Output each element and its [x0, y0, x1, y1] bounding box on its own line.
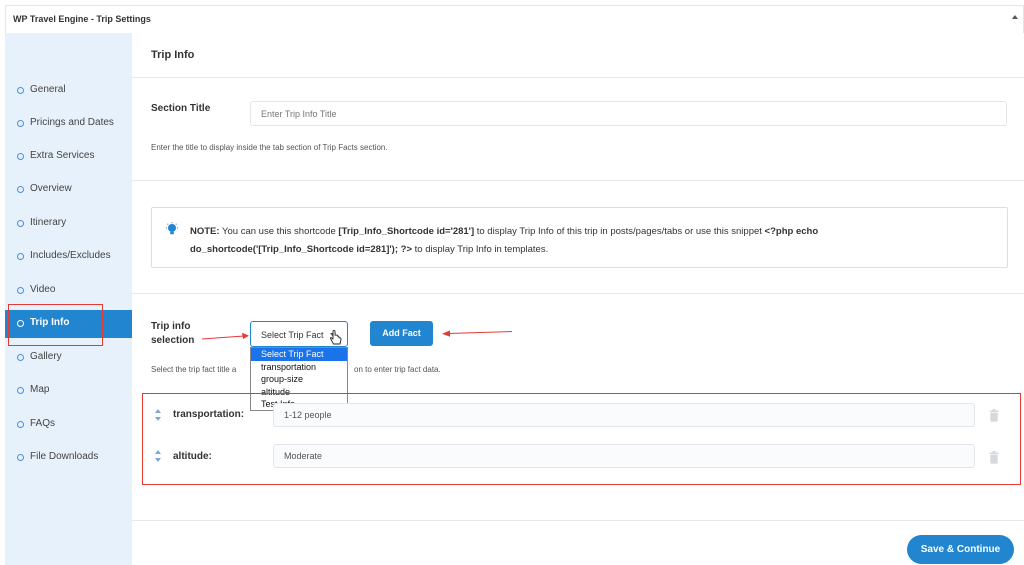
- trip-info-selection-label: Trip info selection: [151, 320, 194, 348]
- sidebar-item-label: Pricings and Dates: [30, 117, 114, 128]
- sidebar-item-label: Gallery: [30, 351, 62, 362]
- page-title: Trip Info: [151, 49, 195, 61]
- lightbulb-icon: [166, 222, 178, 235]
- sidebar-item-label: Itinerary: [30, 217, 67, 228]
- sidebar-item-video[interactable]: Video: [5, 277, 132, 305]
- bullet-icon: [17, 120, 24, 127]
- sidebar-item-includes-excludes[interactable]: Includes/Excludes: [5, 243, 132, 271]
- sort-handle-icon[interactable]: [154, 408, 162, 422]
- bullet-icon: [17, 421, 24, 428]
- sidebar-item-label: File Downloads: [30, 451, 99, 462]
- trash-icon[interactable]: [989, 409, 999, 422]
- sidebar-item-label: Overview: [30, 183, 72, 194]
- selection-help-left: Select the trip fact title a: [151, 365, 237, 374]
- dropdown-option-transportation[interactable]: transportation: [251, 361, 347, 374]
- sidebar-item-trip-info[interactable]: Trip Info: [5, 310, 132, 338]
- bullet-icon: [17, 320, 24, 327]
- note-shortcode: [Trip_Info_Shortcode id='281']: [338, 226, 475, 237]
- fact-input-transportation[interactable]: 1-12 people: [273, 403, 975, 427]
- label-line: selection: [151, 335, 195, 346]
- panel-title: WP Travel Engine - Trip Settings: [13, 14, 151, 24]
- sidebar-item-pricings-and-dates[interactable]: Pricings and Dates: [5, 110, 132, 138]
- dropdown-option-altitude[interactable]: altitude: [251, 386, 347, 399]
- sidebar-item-label: General: [30, 84, 66, 95]
- divider: [132, 77, 1024, 78]
- sidebar-item-overview[interactable]: Overview: [5, 176, 132, 204]
- sidebar-item-itinerary[interactable]: Itinerary: [5, 210, 132, 238]
- divider: [132, 180, 1024, 181]
- note-prefix: NOTE:: [190, 226, 220, 237]
- trash-icon[interactable]: [989, 451, 999, 464]
- section-title-label: Section Title: [151, 103, 211, 114]
- selection-help-right: on to enter trip fact data.: [354, 365, 441, 374]
- divider: [132, 520, 1024, 521]
- label-line: Trip info: [151, 321, 191, 332]
- sort-handle-icon[interactable]: [154, 449, 162, 463]
- sidebar-item-file-downloads[interactable]: File Downloads: [5, 444, 132, 472]
- dropdown-option-select-trip-fact[interactable]: Select Trip Fact: [251, 348, 347, 361]
- sidebar-item-label: Video: [30, 284, 56, 295]
- annotation-arrow-right-icon: [202, 332, 249, 340]
- sidebar-item-general[interactable]: General: [5, 77, 132, 105]
- sidebar-item-label: Extra Services: [30, 150, 95, 161]
- note-text-part: to display Trip Info in templates.: [412, 244, 549, 255]
- sidebar-item-gallery[interactable]: Gallery: [5, 344, 132, 372]
- fact-label-altitude: altitude:: [173, 451, 212, 462]
- sidebar-item-extra-services[interactable]: Extra Services: [5, 143, 132, 171]
- bullet-icon: [17, 354, 24, 361]
- select-value: Select Trip Fact: [261, 330, 324, 340]
- save-and-continue-button[interactable]: Save & Continue: [907, 535, 1014, 564]
- bullet-icon: [17, 253, 24, 260]
- sidebar-item-label: Includes/Excludes: [30, 250, 111, 261]
- bullet-icon: [17, 287, 24, 294]
- sidebar-item-map[interactable]: Map: [5, 377, 132, 405]
- section-title-input[interactable]: [250, 101, 1007, 126]
- trip-fact-dropdown: Select Trip Fact transportation group-si…: [250, 347, 348, 411]
- section-title-help: Enter the title to display inside the ta…: [151, 143, 388, 152]
- bullet-icon: [17, 220, 24, 227]
- note-text-part: to display Trip Info of this trip in pos…: [474, 226, 765, 237]
- bullet-icon: [17, 87, 24, 94]
- sidebar-item-label: FAQs: [30, 418, 56, 429]
- bullet-icon: [17, 186, 24, 193]
- collapse-caret-icon[interactable]: [1012, 15, 1018, 19]
- note-text: NOTE: You can use this shortcode [Trip_I…: [190, 223, 890, 259]
- sidebar-item-faqs[interactable]: FAQs: [5, 411, 132, 439]
- add-fact-button[interactable]: Add Fact: [370, 321, 433, 346]
- sidebar-item-label: Map: [30, 384, 50, 395]
- sidebar-item-label: Trip Info: [30, 317, 70, 328]
- annotation-arrow-left-icon: [442, 330, 513, 337]
- trip-info-panel: Trip Info Section Title Enter the title …: [132, 33, 1024, 565]
- bullet-icon: [17, 387, 24, 394]
- panel-header: WP Travel Engine - Trip Settings: [5, 5, 1024, 33]
- settings-sidebar: General Pricings and Dates Extra Service…: [5, 33, 132, 565]
- divider: [132, 293, 1024, 294]
- note-text-part: You can use this shortcode: [219, 226, 339, 237]
- bullet-icon: [17, 454, 24, 461]
- dropdown-option-group-size[interactable]: group-size: [251, 373, 347, 386]
- shortcode-note: NOTE: You can use this shortcode [Trip_I…: [151, 207, 1008, 268]
- fact-input-altitude[interactable]: Moderate: [273, 444, 975, 468]
- fact-label-transportation: transportation:: [173, 409, 245, 420]
- bullet-icon: [17, 153, 24, 160]
- hand-cursor-icon: [330, 330, 342, 345]
